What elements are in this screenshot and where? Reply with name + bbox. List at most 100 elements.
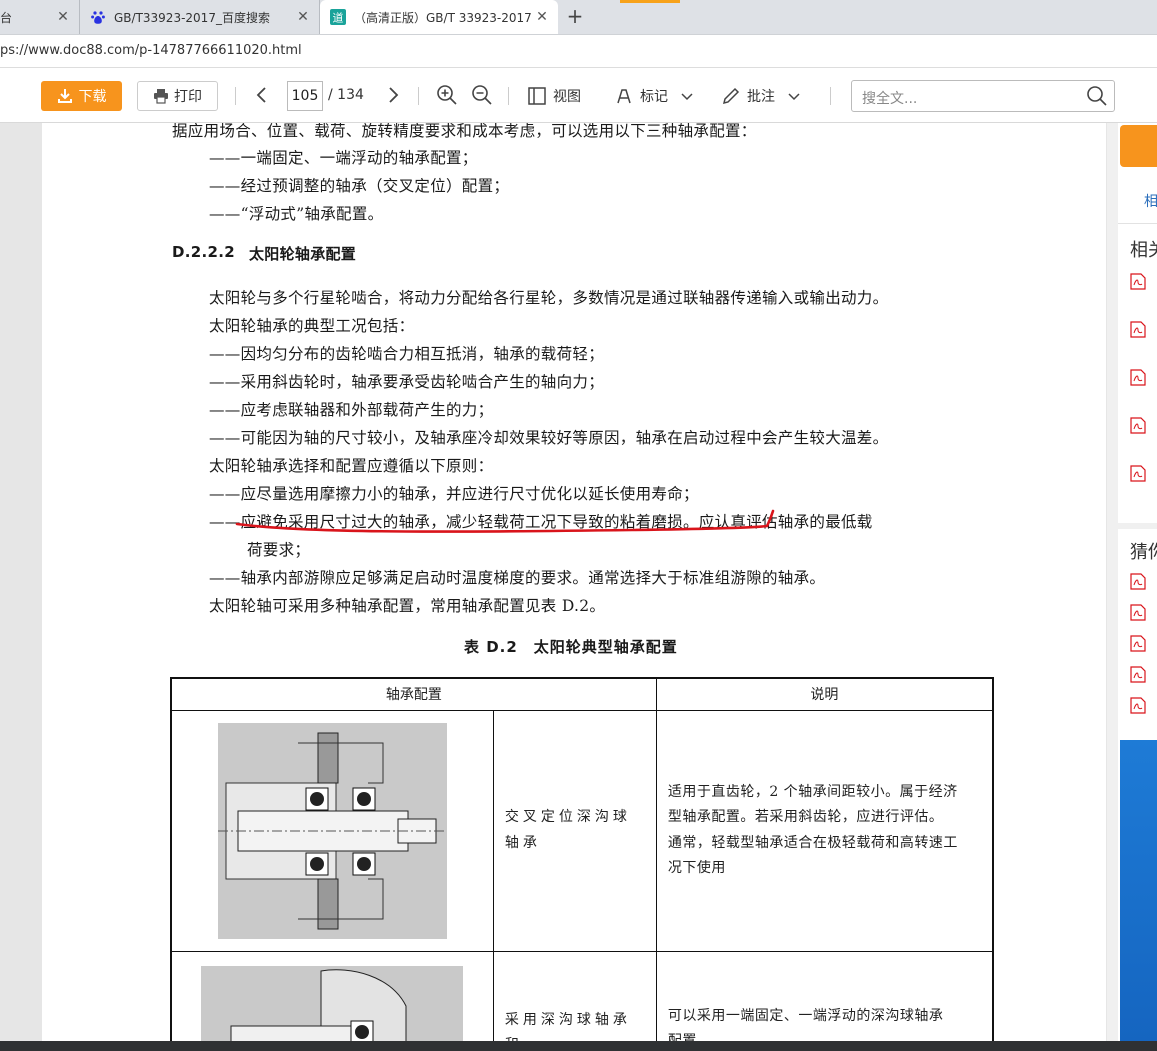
print-button[interactable]: 打印 [137, 81, 218, 111]
divider [508, 87, 509, 105]
doc-line: 据应用场合、位置、载荷、旋转精度要求和成本考虑，可以选用以下三种轴承配置： [172, 123, 757, 140]
print-label: 打印 [174, 89, 202, 105]
desc-line: 适用于直齿轮，2 个轴承间距较小。属于经济 [667, 783, 958, 800]
config-name: 采用深沟球轴承和 [504, 1011, 631, 1042]
doc-line: 太阳轮轴承选择和配置应遵循以下原则： [209, 457, 494, 475]
pen-icon [722, 87, 740, 105]
tab-strip: 台 ✕ GB/T33923-2017_百度搜索 ✕ 道 （高清正版）GB/T 3… [0, 0, 1157, 35]
desc-line: 配置 [667, 1033, 697, 1041]
desc-cell: 适用于直齿轮，2 个轴承间距较小。属于经济 型轴承配置。若采用斜齿轮，应进行评估… [655, 709, 994, 952]
doc-line: ——经过预调整的轴承（交叉定位）配置； [209, 177, 510, 195]
desc-line: 况下使用 [667, 860, 726, 876]
tab-title: GB/T33923-2017_百度搜索 [114, 10, 270, 25]
pdf-icon[interactable] [1130, 465, 1146, 482]
tab-title: 台 [0, 10, 13, 25]
next-page-icon[interactable] [382, 84, 404, 106]
view-label: 视图 [553, 89, 581, 105]
sidebar-orange-button[interactable] [1120, 125, 1157, 167]
download-icon [57, 89, 72, 103]
document-viewer[interactable]: 据应用场合、位置、载荷、旋转精度要求和成本考虑，可以选用以下三种轴承配置： ——… [0, 123, 1107, 1041]
ad-banner[interactable] [1120, 740, 1157, 1041]
pdf-icon[interactable] [1130, 321, 1146, 338]
desc-cell: 可以采用一端固定、一端浮动的深沟球轴承 配置 [655, 950, 994, 1041]
doc-line: 荷要求； [247, 541, 311, 559]
annotate-label: 批注 [747, 89, 775, 105]
doc-line: 太阳轮轴承的典型工况包括： [209, 317, 415, 335]
mark-menu[interactable]: 标记 [614, 86, 694, 106]
doc-line: ——一端固定、一端浮动的轴承配置； [209, 149, 478, 167]
view-menu[interactable]: 视图 [527, 86, 581, 106]
doc-line: ——因均匀分布的齿轮啮合力相互抵消，轴承的载荷轻； [209, 345, 605, 363]
section-number: D.2.2.2 [172, 243, 235, 261]
pdf-icon[interactable] [1130, 573, 1146, 590]
pdf-icon[interactable] [1130, 417, 1146, 434]
sidebar-tab-label[interactable]: 相 [1144, 191, 1157, 211]
doc-line: ——应尽量选用摩擦力小的轴承，并应进行尺寸优化以延长使用寿命； [209, 485, 699, 503]
diagram-cell [170, 709, 494, 952]
desc-line: 通常，轻载型轴承适合在极轻载荷和高转速工 [667, 834, 958, 851]
close-icon[interactable]: ✕ [534, 9, 550, 25]
download-label: 下载 [78, 89, 107, 105]
pdf-icon[interactable] [1130, 635, 1146, 652]
config-cell: 交叉定位深沟球轴承 [492, 709, 657, 952]
prev-page-icon[interactable] [251, 84, 273, 106]
red-underline-annotation [235, 509, 775, 533]
bearing-cross-section-drawing [217, 722, 447, 939]
desc-line: 型轴承配置。若采用斜齿轮，应进行评估。 [667, 809, 944, 825]
tab-3[interactable]: 道 （高清正版）GB/T 33923-2017 行 ✕ [320, 0, 558, 34]
divider [1118, 523, 1157, 529]
doc-line: ——“浮动式”轴承配置。 [209, 205, 384, 223]
doc-line: 太阳轮轴可采用多种轴承配置，常用轴承配置见表 D.2。 [209, 597, 606, 615]
section-title: 太阳轮轴承配置 [249, 245, 357, 263]
pdf-icon[interactable] [1130, 369, 1146, 386]
table-header-row: 轴承配置 说明 [170, 677, 994, 711]
guess-heading: 猜你 [1130, 542, 1157, 563]
zoom-in-icon[interactable] [436, 84, 458, 106]
close-icon[interactable]: ✕ [295, 9, 311, 25]
table-caption: 表 D.2 太阳轮典型轴承配置 [464, 638, 678, 656]
divider [1118, 223, 1157, 224]
table-row: 交叉定位深沟球轴承 适用于直齿轮，2 个轴承间距较小。属于经济 型轴承配置。若采… [170, 709, 994, 952]
loading-indicator [620, 0, 680, 3]
doc-line: ——可能因为轴的尺寸较小，及轴承座冷却效果较好等原因，轴承在启动过程中会产生较大… [209, 429, 889, 447]
document-page: 据应用场合、位置、载荷、旋转精度要求和成本考虑，可以选用以下三种轴承配置： ——… [42, 123, 1106, 1041]
related-docs-panel: 相 相关 猜你 [1118, 123, 1157, 1041]
config-cell: 采用深沟球轴承和 [492, 950, 657, 1042]
marker-icon [617, 89, 631, 104]
doc-line: ——轴承内部游隙应足够满足启动时温度梯度的要求。通常选择大于标准组游隙的轴承。 [209, 569, 826, 587]
address-bar[interactable]: ps://www.doc88.com/p-14787766611020.html [0, 35, 1157, 68]
tab-2[interactable]: GB/T33923-2017_百度搜索 ✕ [80, 0, 320, 34]
chevron-down-icon [681, 93, 693, 101]
annotate-menu[interactable]: 批注 [721, 86, 801, 106]
pdf-icon[interactable] [1130, 273, 1146, 290]
table-header: 轴承配置 [170, 677, 657, 711]
pdf-icon[interactable] [1130, 604, 1146, 621]
new-tab-button[interactable]: + [562, 4, 588, 30]
search-icon[interactable] [1086, 85, 1108, 107]
page-total: / 134 [328, 87, 364, 103]
search-placeholder: 搜全文... [862, 91, 918, 107]
taskbar [0, 1041, 1157, 1051]
printer-icon [154, 89, 168, 104]
divider [235, 87, 236, 105]
svg-text:道: 道 [333, 11, 344, 25]
pdf-icon[interactable] [1130, 666, 1146, 683]
chevron-down-icon [788, 93, 800, 101]
config-name: 交叉定位深沟球轴承 [504, 809, 631, 851]
download-button[interactable]: 下载 [41, 81, 122, 111]
table-header: 说明 [655, 677, 994, 711]
divider [418, 87, 419, 105]
close-icon[interactable]: ✕ [55, 9, 71, 25]
page-number-input[interactable]: 105 [287, 81, 323, 111]
doc-line: 太阳轮与多个行星轮啮合，将动力分配给各行星轮，多数情况是通过联轴器传递输入或输出… [209, 289, 889, 307]
zoom-out-icon[interactable] [471, 84, 493, 106]
tab-title: （高清正版）GB/T 33923-2017 行 [354, 10, 536, 25]
pdf-icon[interactable] [1130, 697, 1146, 714]
tab-1[interactable]: 台 ✕ [0, 0, 80, 34]
viewer-toolbar: 下载 打印 105 / 134 视图 标记 批注 搜全文... [0, 68, 1157, 123]
baidu-icon [91, 11, 105, 24]
fulltext-search-input[interactable]: 搜全文... [851, 80, 1115, 112]
doc-line: ——采用斜齿轮时，轴承要承受齿轮啮合产生的轴向力； [209, 373, 605, 391]
desc-line: 可以采用一端固定、一端浮动的深沟球轴承 [667, 1007, 944, 1024]
divider [830, 87, 831, 105]
